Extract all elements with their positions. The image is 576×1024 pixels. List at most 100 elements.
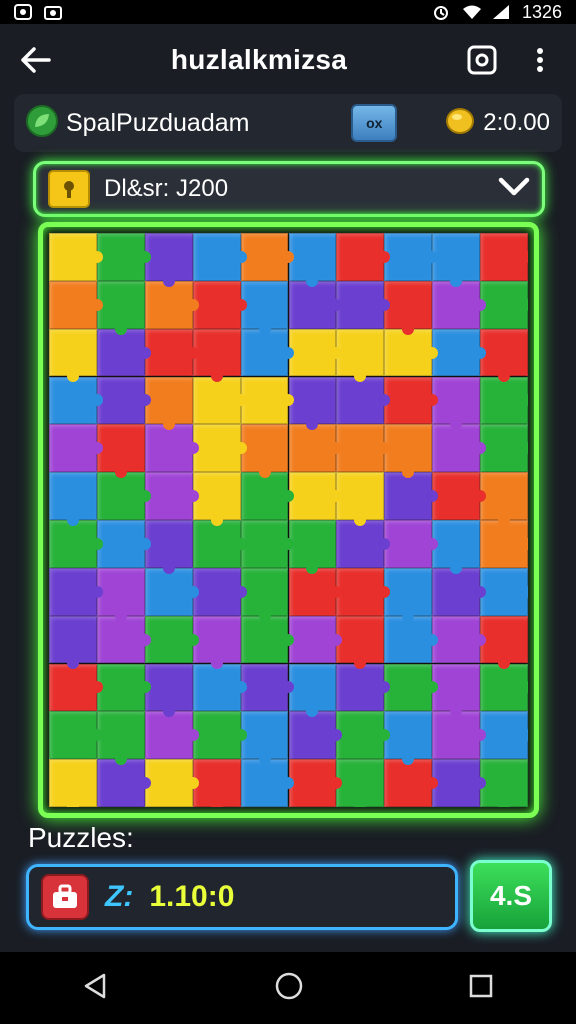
puzzle-piece[interactable] <box>288 233 337 287</box>
camera-button[interactable] <box>464 42 500 78</box>
nav-home-icon[interactable] <box>274 971 304 1006</box>
puzzle-piece[interactable] <box>192 759 241 807</box>
puzzle-piece[interactable] <box>192 711 247 760</box>
puzzle-piece[interactable] <box>240 520 295 568</box>
puzzle-piece[interactable] <box>384 280 433 335</box>
puzzle-piece[interactable] <box>49 663 103 712</box>
puzzle-piece[interactable] <box>192 520 247 568</box>
puzzle-piece[interactable] <box>432 663 481 718</box>
puzzle-piece[interactable] <box>432 424 486 473</box>
puzzle-piece[interactable] <box>384 472 439 520</box>
puzzle-piece[interactable] <box>144 233 193 287</box>
puzzle-piece[interactable] <box>49 280 103 329</box>
puzzle-piece[interactable] <box>336 328 385 383</box>
nav-back-icon[interactable] <box>82 972 110 1005</box>
puzzle-piece[interactable] <box>96 711 145 765</box>
puzzle-piece[interactable] <box>432 280 486 329</box>
puzzle-piece[interactable] <box>480 376 528 425</box>
toolbox-icon[interactable] <box>41 874 89 920</box>
puzzle-piece[interactable] <box>240 567 289 622</box>
puzzle-piece[interactable] <box>192 663 247 712</box>
puzzle-piece[interactable] <box>49 520 103 568</box>
puzzle-piece[interactable] <box>192 567 247 616</box>
puzzle-piece[interactable] <box>336 280 391 329</box>
puzzle-piece[interactable] <box>240 759 295 807</box>
puzzle-piece[interactable] <box>384 567 433 622</box>
puzzle-piece[interactable] <box>432 520 481 574</box>
puzzle-piece[interactable] <box>480 759 528 807</box>
puzzle-piece[interactable] <box>144 663 193 718</box>
puzzle-piece[interactable] <box>144 376 193 431</box>
puzzle-piece[interactable] <box>480 663 528 712</box>
puzzle-piece[interactable] <box>480 711 528 760</box>
puzzle-piece[interactable] <box>240 280 289 335</box>
puzzle-piece[interactable] <box>240 376 295 425</box>
puzzle-piece[interactable] <box>240 233 295 281</box>
puzzle-piece[interactable] <box>144 759 199 807</box>
puzzle-piece[interactable] <box>49 567 103 616</box>
action-button[interactable]: 4.S <box>470 860 552 932</box>
puzzle-piece[interactable] <box>96 615 151 664</box>
puzzle-piece[interactable] <box>480 424 528 473</box>
puzzle-piece[interactable] <box>384 520 439 568</box>
puzzle-piece[interactable] <box>96 520 151 568</box>
puzzle-piece[interactable] <box>288 280 343 329</box>
back-arrow-icon[interactable] <box>18 42 54 78</box>
puzzle-piece[interactable] <box>288 472 343 520</box>
puzzle-piece[interactable] <box>49 424 103 473</box>
puzzle-piece[interactable] <box>336 424 391 473</box>
puzzle-piece[interactable] <box>480 472 528 526</box>
puzzle-piece[interactable] <box>144 520 193 574</box>
puzzle-piece[interactable] <box>49 328 97 383</box>
puzzle-piece[interactable] <box>384 615 439 664</box>
puzzle-piece[interactable] <box>336 615 385 670</box>
puzzle-piece[interactable] <box>288 663 337 718</box>
puzzle-piece[interactable] <box>96 328 151 377</box>
puzzle-piece[interactable] <box>384 663 439 712</box>
puzzle-piece[interactable] <box>480 328 528 383</box>
puzzle-piece[interactable] <box>432 472 486 520</box>
puzzle-piece[interactable] <box>480 520 528 568</box>
mode-badge-button[interactable]: ox <box>351 104 398 142</box>
puzzle-piece[interactable] <box>288 376 337 431</box>
puzzle-piece[interactable] <box>240 424 289 478</box>
puzzle-piece[interactable] <box>96 663 151 712</box>
puzzle-piece[interactable] <box>336 663 391 712</box>
puzzle-piece[interactable] <box>480 280 528 329</box>
puzzle-piece[interactable] <box>336 233 391 281</box>
puzzle-piece[interactable] <box>480 567 528 616</box>
puzzle-piece[interactable] <box>336 376 391 425</box>
puzzle-piece[interactable] <box>384 328 439 377</box>
puzzle-piece[interactable] <box>144 567 199 616</box>
puzzle-piece[interactable] <box>384 233 439 281</box>
difficulty-dropdown[interactable]: Dl&sr: J200 <box>33 161 545 217</box>
puzzle-piece[interactable] <box>96 759 151 807</box>
puzzle-piece[interactable] <box>144 424 199 473</box>
puzzle-piece[interactable] <box>288 328 343 377</box>
puzzle-piece[interactable] <box>336 472 385 526</box>
puzzle-progress-field[interactable]: Z: 1.10:0 <box>26 864 458 930</box>
puzzle-grid[interactable] <box>49 233 528 807</box>
puzzle-piece[interactable] <box>192 376 247 425</box>
puzzle-piece[interactable] <box>432 233 481 287</box>
puzzle-piece[interactable] <box>432 567 486 616</box>
puzzle-piece[interactable] <box>144 280 199 329</box>
puzzle-piece[interactable] <box>432 759 486 807</box>
puzzle-piece[interactable] <box>240 711 289 765</box>
puzzle-piece[interactable] <box>96 472 151 520</box>
puzzle-piece[interactable] <box>96 567 145 622</box>
puzzle-piece[interactable] <box>144 711 199 760</box>
puzzle-piece[interactable] <box>240 472 295 520</box>
puzzle-piece[interactable] <box>480 233 528 281</box>
nav-recents-icon[interactable] <box>468 973 494 1004</box>
puzzle-piece[interactable] <box>240 328 295 377</box>
puzzle-piece[interactable] <box>192 328 241 383</box>
puzzle-piece[interactable] <box>432 711 486 760</box>
puzzle-piece[interactable] <box>480 615 528 670</box>
puzzle-piece[interactable] <box>192 424 247 473</box>
puzzle-piece[interactable] <box>49 233 103 281</box>
puzzle-piece[interactable] <box>336 759 385 807</box>
puzzle-piece[interactable] <box>432 615 486 664</box>
puzzle-board[interactable] <box>38 222 539 818</box>
puzzle-piece[interactable] <box>144 328 199 377</box>
